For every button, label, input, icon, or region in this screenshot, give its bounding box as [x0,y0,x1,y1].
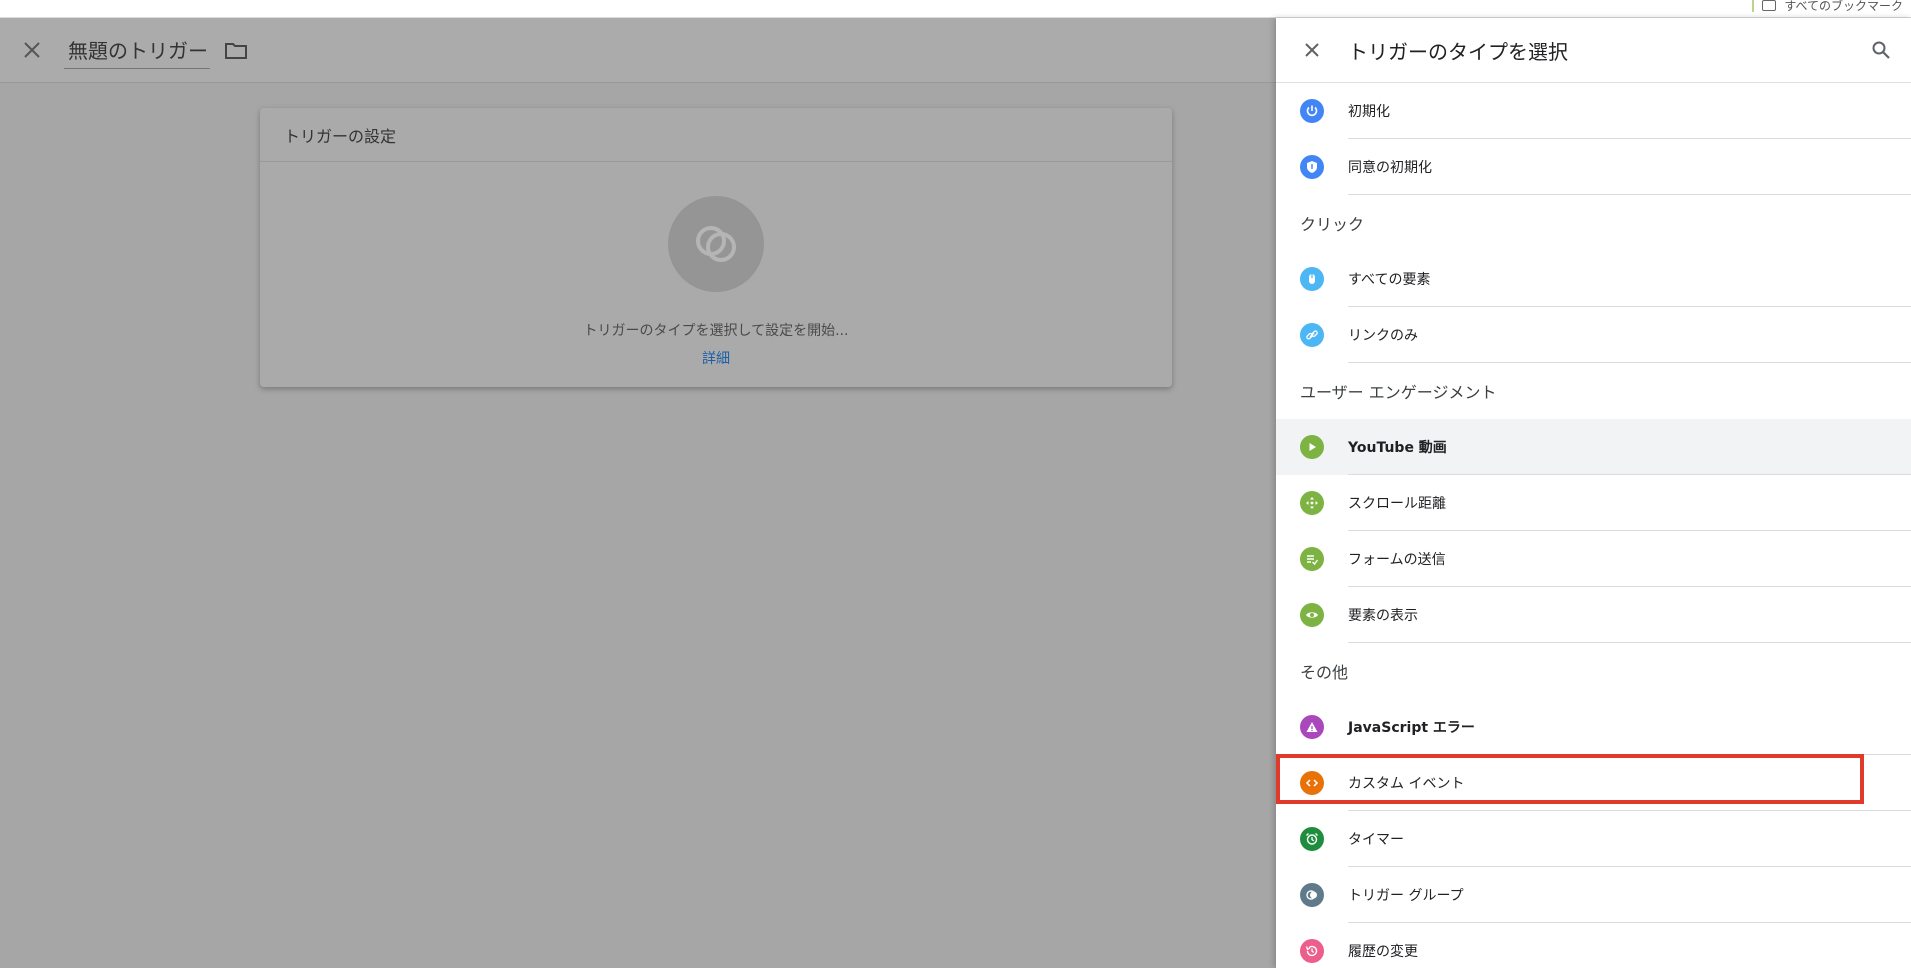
close-icon [24,42,40,58]
trigger-type-links-only[interactable]: リンクのみ [1276,307,1911,363]
trigger-type-trigger-group[interactable]: トリガー グループ [1276,867,1911,923]
trigger-type-youtube-video[interactable]: YouTube 動画 [1276,419,1911,475]
trigger-type-label: 初期化 [1348,104,1390,120]
trigger-type-init[interactable]: 初期化 [1276,83,1911,139]
trigger-type-label: リンクのみ [1348,328,1418,344]
group-icon [1300,883,1324,907]
warning-icon [1300,715,1324,739]
section-user-engagement: ユーザー エンゲージメント [1300,383,1497,402]
bookmark-folder-icon [1762,0,1777,11]
card-heading: トリガーの設定 [260,108,1172,162]
trigger-type-label: スクロール距離 [1348,496,1446,512]
link-icon [1300,323,1324,347]
divider [1348,194,1911,195]
section-other: その他 [1300,663,1349,682]
trigger-type-placeholder[interactable] [668,196,764,292]
trigger-type-panel: トリガーのタイプを選択 初期化 同意の初期化 クリック すべての要素 リンクのみ… [1276,18,1911,968]
trigger-type-label: すべての要素 [1348,272,1431,288]
code-icon [1300,771,1324,795]
trigger-type-label: YouTube 動画 [1348,440,1447,456]
search-button[interactable] [1865,34,1897,66]
form-icon [1300,547,1324,571]
trigger-type-scroll-depth[interactable]: スクロール距離 [1276,475,1911,531]
trigger-type-all-elements[interactable]: すべての要素 [1276,251,1911,307]
trigger-type-label: カスタム イベント [1348,776,1465,792]
all-bookmarks-label: すべてのブックマーク [1784,0,1903,13]
trigger-type-label: フォームの送信 [1348,552,1446,568]
trigger-placeholder-icon [696,226,736,262]
play-icon [1300,435,1324,459]
trigger-type-label: JavaScript エラー [1348,720,1475,736]
learn-more-link[interactable]: 詳細 [702,348,730,368]
trigger-type-consent-init[interactable]: 同意の初期化 [1276,139,1911,195]
trigger-type-label: 履歴の変更 [1348,944,1418,960]
divider [1348,642,1911,643]
trigger-type-label: タイマー [1348,832,1404,848]
trigger-name-field[interactable]: 無題のトリガー [64,35,210,69]
trigger-config-card: トリガーの設定 トリガーのタイプを選択して設定を開始... 詳細 [260,108,1172,387]
eye-icon [1300,603,1324,627]
shield-icon [1300,155,1324,179]
divider [1348,362,1911,363]
move-icon [1300,491,1324,515]
all-bookmarks[interactable]: すべてのブックマーク [1752,0,1903,14]
trigger-editor-header: 無題のトリガー [0,18,1276,83]
panel-title: トリガーのタイプを選択 [1348,39,1568,64]
power-icon [1300,99,1324,123]
trigger-type-element-visibility[interactable]: 要素の表示 [1276,587,1911,643]
trigger-type-label: 要素の表示 [1348,608,1418,624]
mouse-icon [1300,267,1324,291]
close-icon [1305,43,1319,57]
folder-button[interactable] [224,38,248,62]
trigger-type-label: トリガー グループ [1348,888,1464,904]
section-click: クリック [1300,215,1365,234]
trigger-type-timer[interactable]: タイマー [1276,811,1911,867]
trigger-type-label: 同意の初期化 [1348,160,1432,176]
close-panel-button[interactable] [1276,18,1348,82]
history-icon [1300,939,1324,963]
close-editor-button[interactable] [0,18,64,82]
alarm-icon [1300,827,1324,851]
card-hint-text: トリガーのタイプを選択して設定を開始... [583,323,849,339]
trigger-type-javascript-error[interactable]: JavaScript エラー [1276,699,1911,755]
bookmark-bar: すべてのブックマーク [0,0,1911,18]
trigger-type-custom-event[interactable]: カスタム イベント [1276,755,1911,811]
folder-icon [225,43,247,59]
search-icon [1872,41,1890,59]
bookmark-separator [1752,0,1755,12]
trigger-type-form-submit[interactable]: フォームの送信 [1276,531,1911,587]
trigger-type-history-change[interactable]: 履歴の変更 [1276,923,1911,968]
